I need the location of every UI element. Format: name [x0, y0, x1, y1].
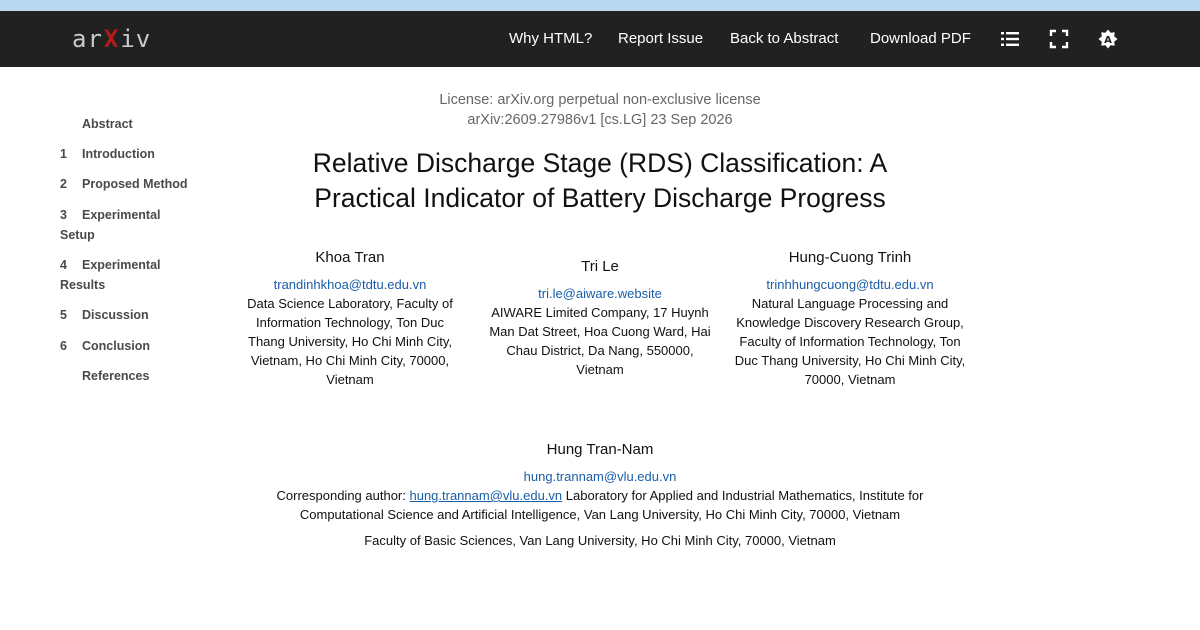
arxiv-logo[interactable]: ar Xiv [72, 25, 151, 53]
toc-item-discussion[interactable]: 5 Discussion [60, 305, 149, 325]
toc-num: 2 [60, 177, 67, 191]
arxiv-header: ar Xiv Why HTML? Report Issue Back to Abs… [0, 11, 1200, 67]
theme-toggle-icon[interactable]: A [1098, 29, 1118, 49]
list-icon[interactable] [1000, 29, 1020, 49]
author-block-2: Tri Le tri.le@aiware.website AIWARE Limi… [485, 257, 715, 379]
toc-num: 1 [60, 147, 67, 161]
toc-item-references[interactable]: References [60, 366, 149, 386]
logo-text-end: iv [120, 25, 152, 53]
paper-license-block: License: arXiv.org perpetual non-exclusi… [250, 90, 950, 130]
toc-item-proposed-method[interactable]: 2 Proposed Method [60, 174, 188, 194]
toc-label: Conclusion [82, 339, 151, 353]
corresponding-author-note: Corresponding author: hung.trannam@vlu.e… [250, 486, 950, 524]
toc-item-abstract[interactable]: Abstract [60, 114, 133, 134]
toc-label: Introduction [82, 147, 155, 161]
author-email[interactable]: hung.trannam@vlu.edu.vn [250, 467, 950, 486]
fullscreen-icon[interactable] [1049, 29, 1069, 49]
author-block-3: Hung-Cuong Trinh trinhhungcuong@tdtu.edu… [733, 248, 967, 389]
license-text: License: arXiv.org perpetual non-exclusi… [439, 92, 761, 108]
author-email[interactable]: trandinhkhoa@tdtu.edu.vn [240, 275, 460, 294]
title-line-1: Relative Discharge Stage (RDS) Classific… [312, 148, 888, 178]
arxiv-id: arXiv:2609.27986v1 [cs.LG] 23 Sep 2026 [467, 112, 733, 128]
logo-text: ar [72, 25, 103, 53]
title-line-2: Practical Indicator of Battery Discharge… [314, 183, 886, 213]
author-email[interactable]: tri.le@aiware.website [485, 284, 715, 303]
svg-text:A: A [1104, 35, 1112, 46]
author-affiliation: Data Science Laboratory, Faculty of Info… [247, 296, 453, 387]
toc-num: 6 [60, 339, 67, 353]
toc-label: Abstract [82, 117, 133, 131]
download-pdf-link[interactable]: Download PDF [870, 30, 971, 47]
toc-label: Proposed Method [82, 177, 188, 191]
toc-item-conclusion[interactable]: 6 Conclusion [60, 336, 150, 356]
paper-title: Relative Discharge Stage (RDS) Classific… [250, 146, 950, 216]
toc-label: References [82, 369, 150, 383]
logo-x-mark: X [103, 25, 120, 53]
author-affiliation: AIWARE Limited Company, 17 Huynh Man Dat… [489, 305, 711, 377]
toc-item-experimental-results[interactable]: 4 Experimental Results [60, 255, 180, 295]
back-to-abstract-link[interactable]: Back to Abstract [730, 30, 838, 47]
corresponding-email-link[interactable]: hung.trannam@vlu.edu.vn [409, 488, 562, 503]
toc-item-introduction[interactable]: 1 Introduction [60, 144, 155, 164]
toc-label: Discussion [82, 308, 149, 322]
browser-strip [0, 0, 1200, 11]
author-affiliation: Natural Language Processing and Knowledg… [734, 296, 966, 387]
why-html-link[interactable]: Why HTML? [509, 30, 592, 47]
corresponding-prefix: Corresponding author: [276, 488, 410, 503]
author-block-1: Khoa Tran trandinhkhoa@tdtu.edu.vn Data … [240, 248, 460, 389]
author-block-4: Hung Tran-Nam hung.trannam@vlu.edu.vn Co… [250, 440, 950, 550]
second-affiliation: Faculty of Basic Sciences, Van Lang Univ… [364, 533, 836, 548]
author-name: Tri Le [581, 258, 619, 275]
toc-num: 3 [60, 208, 67, 222]
toc-num: 4 [60, 258, 67, 272]
author-name: Hung Tran-Nam [546, 441, 654, 458]
toc-num: 5 [60, 308, 67, 322]
author-email[interactable]: trinhhungcuong@tdtu.edu.vn [733, 275, 967, 294]
author-name: Hung-Cuong Trinh [788, 249, 912, 266]
report-issue-link[interactable]: Report Issue [618, 30, 703, 47]
author-name: Khoa Tran [315, 249, 385, 266]
toc-item-experimental-setup[interactable]: 3 Experimental Setup [60, 205, 180, 245]
